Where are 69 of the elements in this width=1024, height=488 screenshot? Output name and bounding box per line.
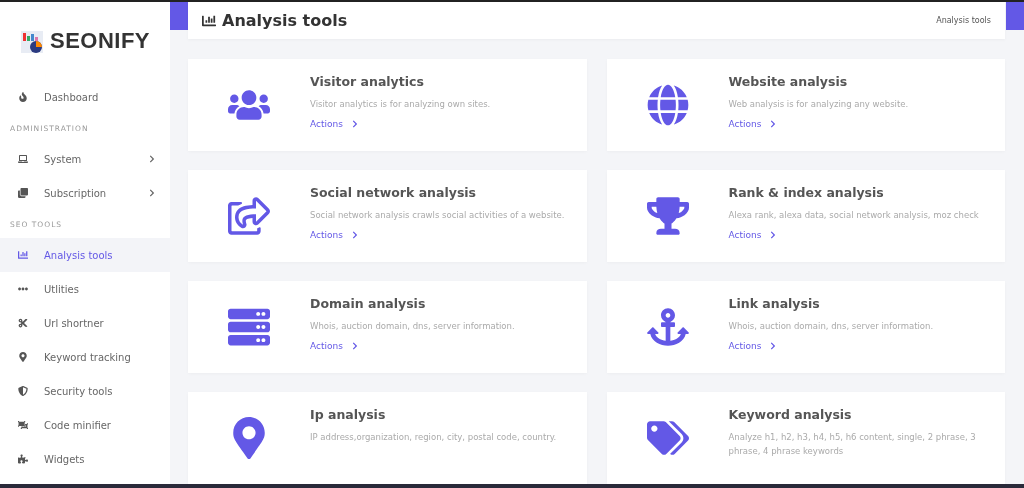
trophy-icon bbox=[646, 195, 689, 237]
sidebar-item[interactable]: System bbox=[0, 142, 170, 176]
breadcrumb: Analysis tools bbox=[936, 16, 991, 25]
card-title: Website analysis bbox=[728, 74, 849, 89]
sidebar-item[interactable]: Code minifier bbox=[0, 408, 170, 442]
server-icon bbox=[228, 306, 270, 348]
puzzle-icon bbox=[18, 454, 28, 464]
sidebar-item[interactable]: Dashboard bbox=[0, 80, 170, 114]
actions-link[interactable]: Actions bbox=[728, 230, 979, 241]
card-description: Whois, auction domain, dns, server information. bbox=[310, 320, 515, 333]
chevron-icon bbox=[769, 342, 778, 351]
shield-icon bbox=[18, 386, 28, 396]
sidebar-item-label: Code minifier bbox=[44, 419, 112, 431]
copies-icon bbox=[18, 188, 28, 198]
card-title: Domain analysis bbox=[310, 296, 427, 311]
card-description: Whois, auction domain, dns, server information. bbox=[728, 320, 934, 333]
card-description: Alexa rank, alexa data, social network analysis, moz check bbox=[728, 209, 979, 222]
card-description: Analyze h1, h2, h3, h4, h5, h6 content, single, 2 phrase, 3 phrase, 4 phrase keywords bbox=[728, 431, 977, 459]
sidebar-item-label: Widgets bbox=[44, 453, 86, 465]
sidebar-item-label: Analysis tools bbox=[44, 249, 114, 261]
page-title: Analysis tools bbox=[222, 11, 348, 30]
actions-link[interactable]: Actions bbox=[310, 119, 491, 130]
fire-icon bbox=[18, 92, 28, 102]
sidebar-item[interactable]: Url shortner bbox=[0, 306, 170, 340]
card-description: IP address,organization, region, city, postal code, country. bbox=[310, 431, 557, 444]
chevron-icon bbox=[350, 231, 359, 240]
actions-link[interactable]: Actions bbox=[728, 119, 909, 130]
card-title: Visitor analytics bbox=[310, 74, 425, 89]
sidebar-item[interactable]: Subscription bbox=[0, 176, 170, 210]
sidebar-item[interactable]: Utlities bbox=[0, 272, 170, 306]
actions-link[interactable]: Actions bbox=[728, 341, 934, 352]
anchor-icon bbox=[646, 306, 689, 348]
sidebar-item[interactable]: Keyword tracking bbox=[0, 340, 170, 374]
bar-chart-icon bbox=[202, 13, 216, 28]
card-description: Social network analysis crawls social activities of a website. bbox=[310, 209, 565, 222]
actions-link[interactable]: Actions bbox=[310, 230, 565, 241]
scissors-icon bbox=[18, 318, 28, 328]
chevron-icon bbox=[350, 342, 359, 351]
sidebar-item[interactable]: Analysis tools bbox=[0, 238, 170, 272]
card-description: Web analysis is for analyzing any website. bbox=[728, 98, 909, 111]
chevron-icon bbox=[769, 231, 778, 240]
card-title: Link analysis bbox=[728, 296, 821, 311]
bar-chart-icon bbox=[18, 250, 28, 260]
card-title: Rank & index analysis bbox=[728, 185, 885, 200]
globe-icon bbox=[646, 84, 689, 126]
sidebar-item-label: Security tools bbox=[44, 385, 114, 397]
share-icon bbox=[228, 195, 270, 237]
card-title: Social network analysis bbox=[310, 185, 478, 200]
accent-bar bbox=[170, 2, 188, 30]
sidebar-item[interactable]: Security tools bbox=[0, 374, 170, 408]
sidebar-item-label: Dashboard bbox=[44, 91, 100, 103]
sidebar-item-label: Keyword tracking bbox=[44, 351, 132, 363]
laptop-icon bbox=[18, 154, 28, 164]
sidebar-item-label: Utlities bbox=[44, 283, 80, 295]
card-description: Visitor analytics is for analyzing own sites. bbox=[310, 98, 491, 111]
map-pin-icon bbox=[18, 352, 28, 362]
card-title: Ip analysis bbox=[310, 407, 387, 422]
chevron-icon bbox=[350, 120, 359, 129]
sidebar-item-label: System bbox=[44, 153, 83, 165]
card-title: Keyword analysis bbox=[728, 407, 853, 422]
sidebar-item[interactable]: Widgets bbox=[0, 442, 170, 476]
accent-bar bbox=[1006, 2, 1024, 30]
sidebar-item-label: Subscription bbox=[44, 187, 108, 199]
logo-text: SEONIFY bbox=[49, 28, 151, 54]
logo-icon bbox=[19, 28, 46, 54]
sidebar-item-label: Url shortner bbox=[44, 317, 105, 329]
chevron-icon bbox=[769, 120, 778, 129]
object-group-icon bbox=[18, 420, 28, 430]
actions-link[interactable]: Actions bbox=[310, 341, 515, 352]
